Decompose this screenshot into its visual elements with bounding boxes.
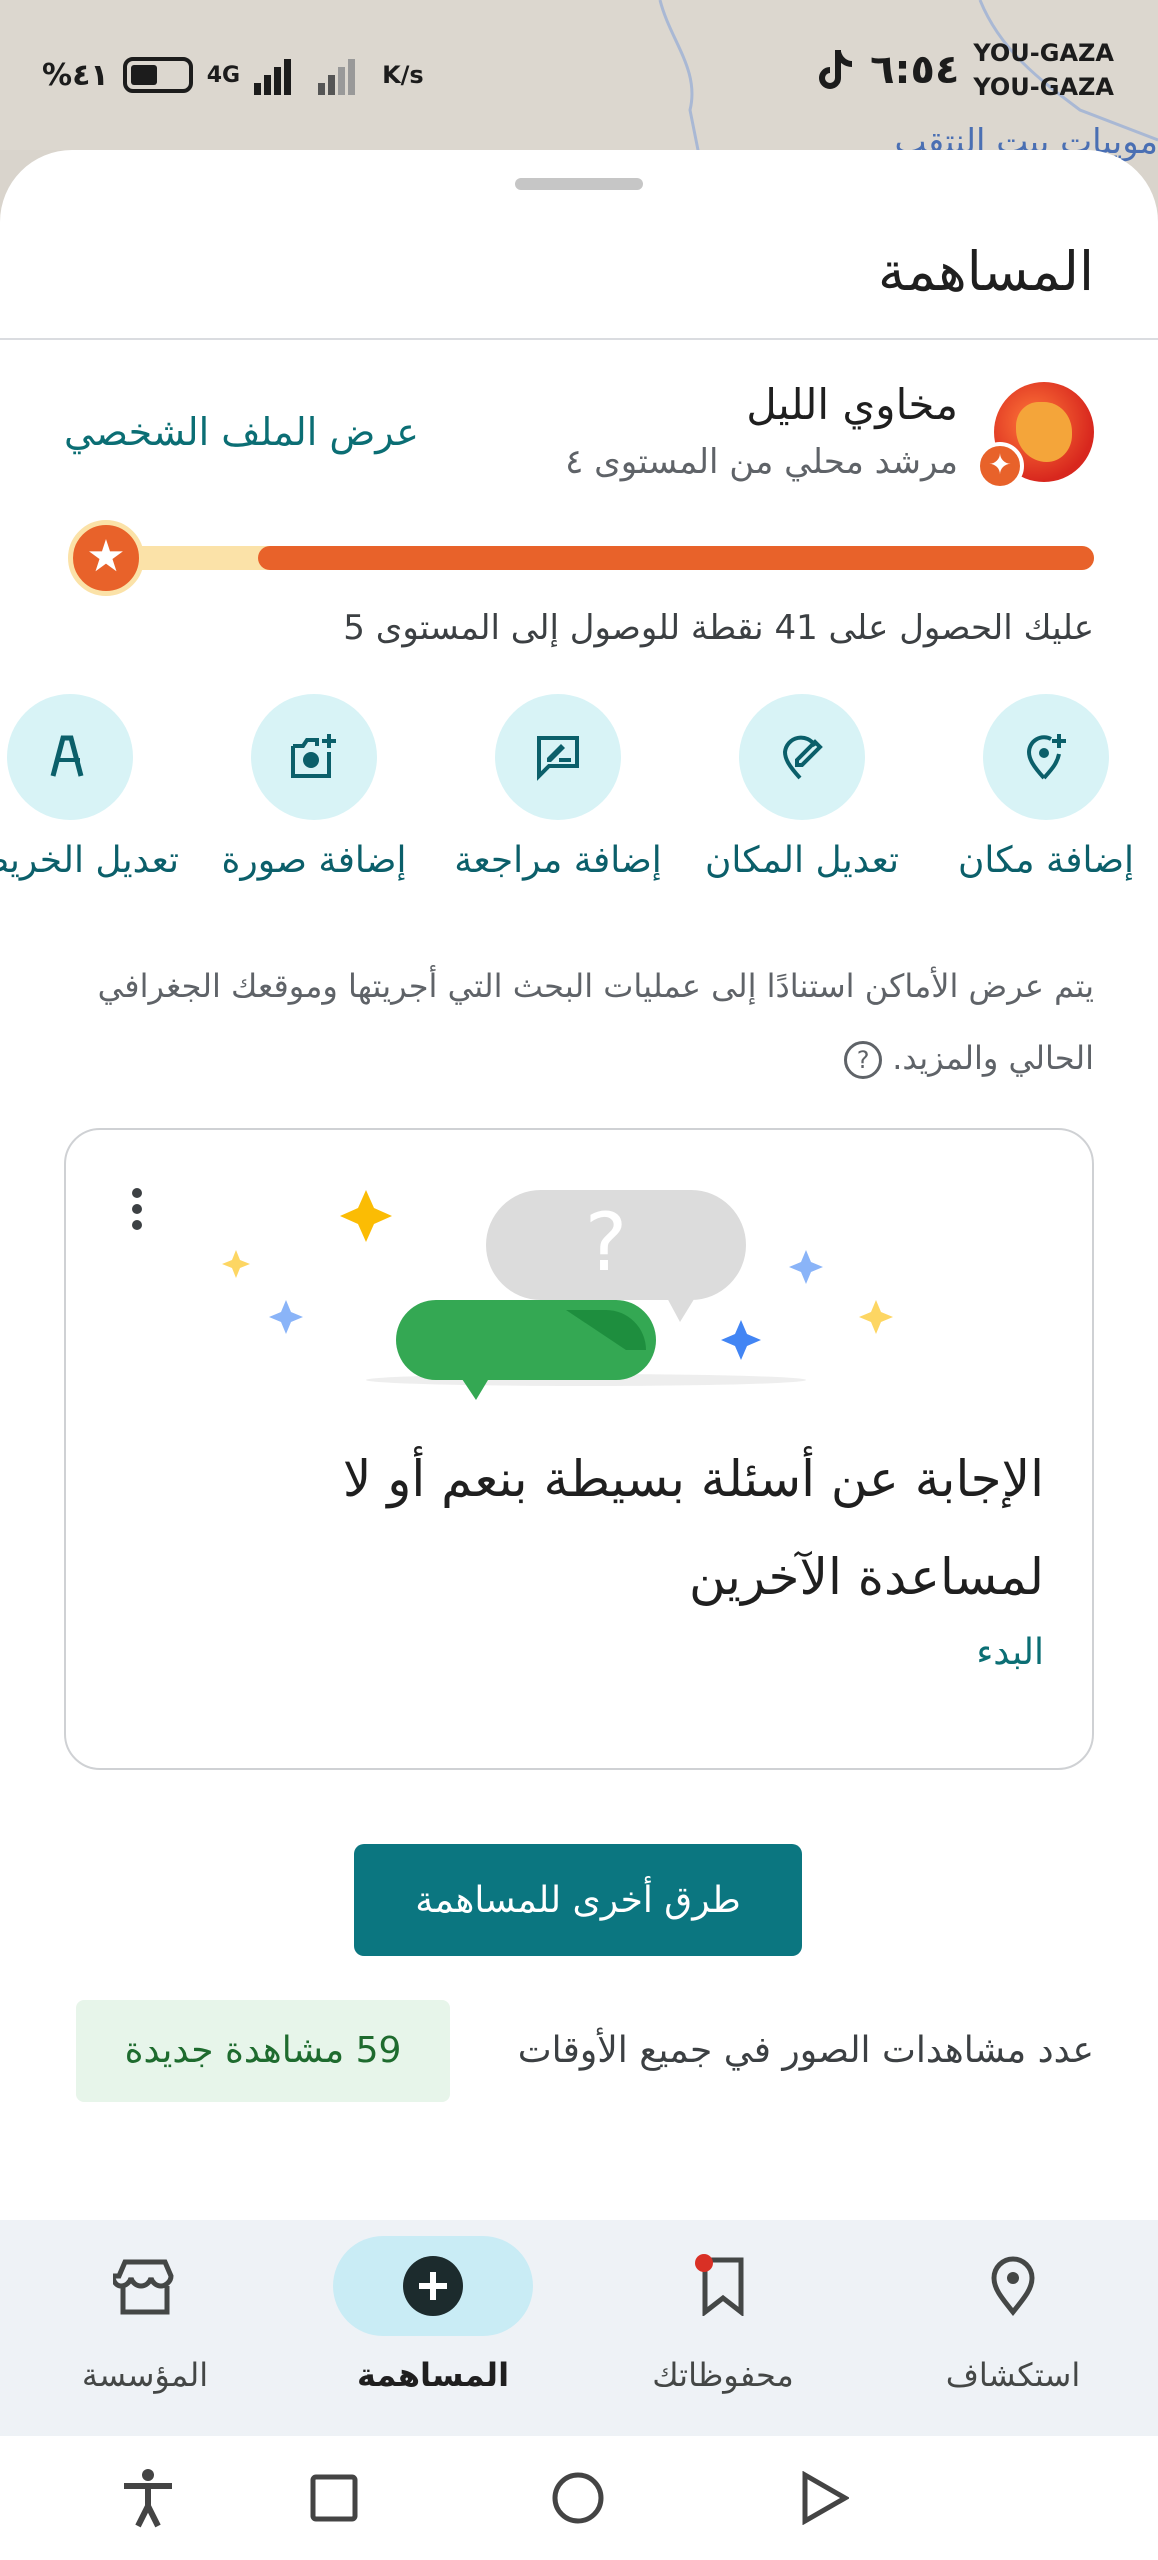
questions-illustration: ? xyxy=(222,1190,893,1400)
nav-business[interactable]: المؤسسة xyxy=(0,2220,290,2436)
network-speed: K/s xyxy=(382,61,424,89)
more-options-icon[interactable] xyxy=(122,1182,152,1242)
help-icon[interactable]: ? xyxy=(844,1041,883,1079)
location-pin-icon xyxy=(913,2236,1113,2336)
battery-percent: %٤١ xyxy=(42,57,109,93)
sheet-title: المساهمة xyxy=(878,240,1094,303)
info-text: يتم عرض الأماكن استنادًا إلى عمليات البح… xyxy=(54,950,1094,1094)
add-review-button[interactable]: إضافة مراجعة xyxy=(438,694,678,881)
signal-icon-2 xyxy=(318,59,356,95)
status-bar: %٤١ 4G K/s ٦:٥٤ YOU-GAZA YOU-GAZA مويبات… xyxy=(0,0,1158,162)
clock: ٦:٥٤ xyxy=(870,47,960,93)
battery-icon xyxy=(122,57,193,93)
nav-label: محفوظاتك xyxy=(652,2356,794,2394)
action-label: تعديل المكان xyxy=(704,840,900,881)
photo-views-label: عدد مشاهدات الصور في جميع الأوقات xyxy=(517,2030,1094,2071)
new-views-badge: 59 مشاهدة جديدة xyxy=(76,2000,450,2102)
home-icon[interactable] xyxy=(538,2458,618,2538)
progress-text: عليك الحصول على 41 نقطة للوصول إلى المست… xyxy=(343,608,1094,648)
accessibility-icon[interactable] xyxy=(108,2458,188,2538)
edit-map-icon xyxy=(7,694,133,820)
nav-label: المؤسسة xyxy=(81,2356,209,2394)
carrier-2: YOU-GAZA xyxy=(973,73,1114,101)
nav-label: استكشاف xyxy=(945,2356,1081,2394)
other-ways-button[interactable]: طرق أخرى للمساهمة xyxy=(354,1844,802,1956)
carrier-1: YOU-GAZA xyxy=(973,39,1114,67)
tiktok-icon xyxy=(819,50,853,89)
level-progress-fill xyxy=(257,546,1094,570)
sheet-drag-handle[interactable] xyxy=(515,178,643,190)
card-title: الإجابة عن أسئلة بسيطة بنعم أو لا لمساعد… xyxy=(342,1450,1044,1606)
edit-map-button[interactable]: تعديل الخريطة xyxy=(0,694,190,881)
add-photo-icon xyxy=(251,694,377,820)
status-left: %٤١ 4G K/s xyxy=(42,40,424,110)
edit-place-icon xyxy=(739,694,865,820)
nav-label: المساهمة xyxy=(356,2356,510,2394)
status-right: ٦:٥٤ YOU-GAZA YOU-GAZA xyxy=(816,36,1114,104)
action-label: إضافة صورة xyxy=(221,840,407,881)
add-photo-button[interactable]: إضافة صورة xyxy=(194,694,434,881)
questions-card: ? الإجابة عن أسئلة بسيطة بنعم أو لا لمسا… xyxy=(64,1128,1094,1770)
recents-icon[interactable] xyxy=(294,2458,374,2538)
contribution-actions: إضافة مكان تعديل المكان إضافة مراجعة إضا… xyxy=(0,694,1158,914)
signal-icon xyxy=(254,59,292,95)
add-place-icon xyxy=(983,694,1109,820)
tiger-image xyxy=(1016,402,1072,462)
edit-place-button[interactable]: تعديل المكان xyxy=(682,694,922,881)
star-icon: ★ xyxy=(68,520,144,596)
bookmark-icon xyxy=(623,2236,823,2336)
divider xyxy=(0,338,1158,340)
notification-dot xyxy=(695,2254,713,2272)
carrier-names: YOU-GAZA YOU-GAZA xyxy=(973,36,1114,104)
level-progress-bar xyxy=(110,546,1094,570)
info-text-body: يتم عرض الأماكن استنادًا إلى عمليات البح… xyxy=(97,967,1094,1077)
nav-contribute[interactable]: المساهمة xyxy=(288,2220,578,2436)
user-name: مخاوي الليل xyxy=(746,380,958,429)
action-label: إضافة مراجعة xyxy=(454,840,662,881)
action-label: تعديل الخريطة xyxy=(0,840,179,881)
add-place-button[interactable]: إضافة مكان xyxy=(926,694,1158,881)
contribute-sheet: المساهمة ✦ مخاوي الليل مرشد محلي من المس… xyxy=(0,150,1158,2260)
add-circle-icon xyxy=(333,2236,533,2336)
back-icon[interactable] xyxy=(784,2458,864,2538)
add-review-icon xyxy=(495,694,621,820)
nav-saved[interactable]: محفوظاتك xyxy=(578,2220,868,2436)
action-label: إضافة مكان xyxy=(957,840,1135,881)
view-profile-link[interactable]: عرض الملف الشخصي xyxy=(64,410,419,454)
storefront-icon xyxy=(45,2236,245,2336)
system-navigation-bar xyxy=(0,2436,1158,2560)
local-guide-badge-icon: ✦ xyxy=(976,442,1024,490)
network-type: 4G xyxy=(206,62,241,88)
bottom-navigation: استكشاف محفوظاتك المساهمة المؤسسة xyxy=(0,2220,1158,2436)
nav-explore[interactable]: استكشاف xyxy=(868,2220,1158,2436)
start-link[interactable]: البدء xyxy=(976,1632,1044,1673)
svg-text:?: ? xyxy=(585,1196,627,1289)
user-level: مرشد محلي من المستوى ٤ xyxy=(565,442,958,482)
